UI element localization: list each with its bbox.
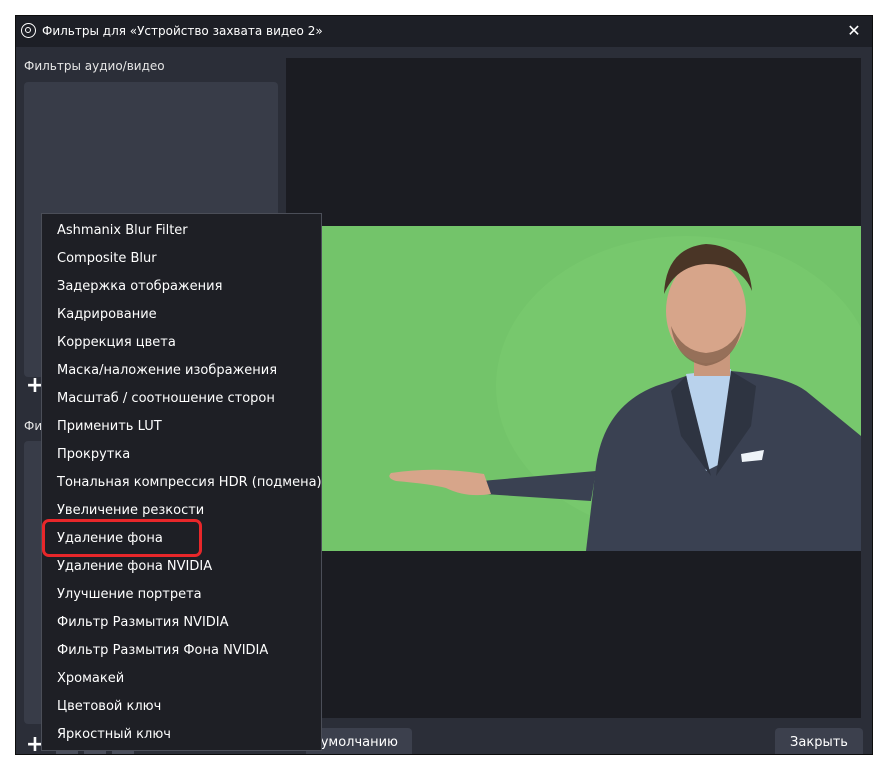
menu-item-portrait-enhancement[interactable]: Улучшение портрета [42,581,321,609]
title-bar: Фильтры для «Устройство захвата видео 2»… [16,16,872,47]
add-filter-menu: Ashmanix Blur Filter Composite Blur Заде… [41,213,322,751]
menu-item-apply-lut[interactable]: Применить LUT [42,413,321,441]
window-title: Фильтры для «Устройство захвата видео 2» [42,24,323,38]
menu-item-scale-aspect[interactable]: Масштаб / соотношение сторон [42,385,321,413]
menu-item-render-delay[interactable]: Задержка отображения [42,273,321,301]
menu-item-image-mask[interactable]: Маска/наложение изображения [42,357,321,385]
menu-item-hdr-tonemap[interactable]: Тональная компрессия HDR (подмена) [42,469,322,497]
menu-item-nvidia-blur[interactable]: Фильтр Размытия NVIDIA [42,609,321,637]
presenter-image [286,226,872,551]
preview-panel [286,58,872,718]
menu-item-composite-blur[interactable]: Composite Blur [42,245,321,273]
close-icon[interactable]: ✕ [844,21,864,41]
obs-logo-icon [21,23,36,38]
menu-item-nvidia-background-removal[interactable]: Удаление фона NVIDIA [42,553,321,581]
menu-item-crop[interactable]: Кадрирование [42,301,321,329]
menu-item-ashmanix-blur[interactable]: Ashmanix Blur Filter [42,217,321,245]
menu-item-chroma-key[interactable]: Хромакей [42,665,321,693]
video-preview [286,226,872,551]
effect-filters-label: Фи [24,419,43,433]
menu-item-scroll[interactable]: Прокрутка [42,441,321,469]
close-button[interactable]: Закрыть [775,728,863,754]
av-filters-label: Фильтры аудио/видео [24,59,165,73]
menu-item-color-correction[interactable]: Коррекция цвета [42,329,321,357]
highlight-annotation [42,519,202,557]
menu-item-nvidia-background-blur[interactable]: Фильтр Размытия Фона NVIDIA [42,637,321,665]
menu-item-color-key[interactable]: Цветовой ключ [42,693,321,721]
menu-item-luma-key[interactable]: Яркостный ключ [42,721,321,749]
